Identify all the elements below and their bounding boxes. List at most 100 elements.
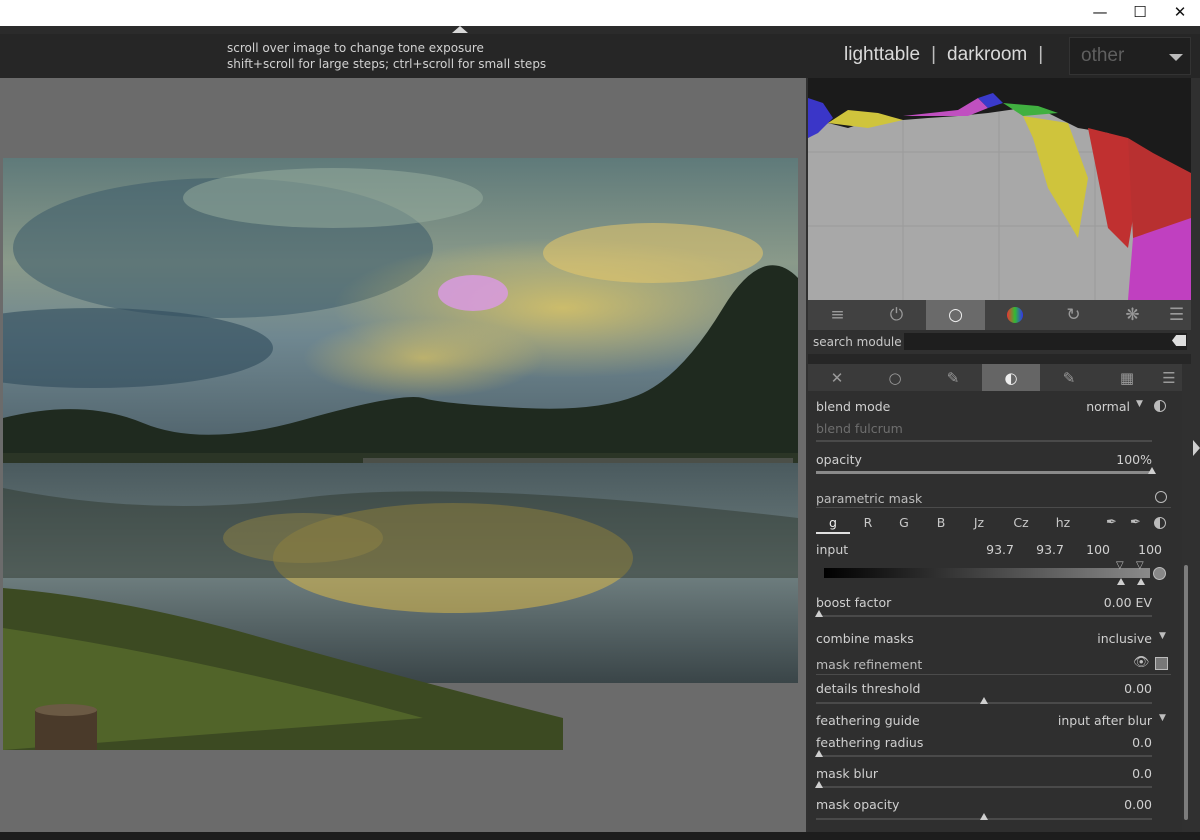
details-threshold-label: details threshold — [816, 681, 921, 696]
combine-masks-label: combine masks — [816, 631, 914, 646]
view-other-label: other — [1081, 45, 1125, 66]
blend-fulcrum-slider[interactable] — [816, 440, 1152, 442]
range-marker-top-low[interactable]: ▽ — [1116, 560, 1124, 571]
range-marker-low[interactable] — [1117, 578, 1125, 585]
sliders-icon[interactable]: ≡ — [808, 300, 867, 330]
tab-menu-icon[interactable]: ☰ — [1156, 364, 1182, 391]
channel-g[interactable]: g — [823, 515, 843, 530]
input-value-1: 93.7 — [986, 542, 1014, 557]
histogram[interactable] — [808, 78, 1191, 300]
mask-blur-slider[interactable] — [816, 786, 1152, 788]
view-separator: | — [931, 44, 936, 65]
channel-Cz[interactable]: Cz — [1011, 515, 1031, 530]
info-icon[interactable] — [1155, 491, 1167, 503]
mask-opacity-marker[interactable] — [980, 813, 988, 820]
hint-text: scroll over image to change tone exposur… — [227, 40, 546, 72]
chevron-down-icon — [1169, 54, 1183, 61]
opacity-slider-fill — [816, 471, 1152, 474]
input-label: input — [816, 542, 849, 557]
mask-opacity-label: mask opacity — [816, 797, 900, 812]
reset-range-icon[interactable] — [1153, 567, 1166, 580]
channel-R[interactable]: R — [858, 515, 878, 530]
blend-mode-value[interactable]: normal — [1060, 399, 1130, 414]
chevron-down-icon[interactable]: ▼ — [1159, 713, 1166, 723]
raster-mask-icon[interactable]: ▦ — [1098, 364, 1156, 391]
boost-factor-label: boost factor — [816, 595, 892, 610]
mask-blur-value: 0.0 — [1132, 766, 1152, 781]
input-value-2: 93.7 — [1036, 542, 1064, 557]
input-value-3: 100 — [1086, 542, 1110, 557]
feathering-guide-value[interactable]: input after blur — [1040, 713, 1152, 728]
search-module-input[interactable] — [904, 333, 1187, 350]
power-icon[interactable]: ⏻ — [867, 300, 926, 330]
maximize-icon[interactable]: ☐ — [1120, 0, 1160, 26]
boost-factor-marker[interactable] — [815, 610, 823, 617]
hint-line-1: scroll over image to change tone exposur… — [227, 41, 484, 55]
reverse-blend-icon[interactable] — [1154, 400, 1166, 412]
aperture-icon[interactable]: ❋ — [1103, 300, 1162, 330]
combine-masks-value[interactable]: inclusive — [1080, 631, 1152, 646]
window-titlebar — [0, 0, 1200, 26]
parametric-mask-label: parametric mask — [816, 491, 923, 506]
active-channel-underline — [816, 532, 850, 534]
mask-blur-marker[interactable] — [815, 781, 823, 788]
rotate-icon[interactable]: ↻ — [1044, 300, 1103, 330]
section-divider — [816, 507, 1171, 508]
view-switcher: lighttable | darkroom | — [844, 44, 1054, 66]
invert-mask-icon[interactable] — [1154, 517, 1166, 529]
color-wheel-icon[interactable] — [985, 300, 1044, 330]
collapse-right-panel-icon[interactable] — [1193, 440, 1200, 456]
feathering-guide-label: feathering guide — [816, 713, 920, 728]
mask-blur-label: mask blur — [816, 766, 879, 781]
view-other-dropdown[interactable]: other — [1069, 37, 1191, 75]
parametric-mask-icon[interactable]: ◐ — [982, 364, 1040, 391]
range-marker-top-high[interactable]: ▽ — [1136, 560, 1144, 571]
color-picker-area-icon[interactable]: ✒ — [1130, 515, 1141, 530]
mask-opacity-value: 0.00 — [1124, 797, 1152, 812]
bottom-toolbar — [0, 832, 1200, 840]
input-range-gradient[interactable] — [824, 568, 1150, 578]
collapse-top-panel-icon[interactable] — [452, 26, 468, 33]
module-groups-bar: ≡ ⏻ ○ ↻ ❋ ☰ — [808, 300, 1191, 330]
feathering-radius-slider[interactable] — [816, 755, 1152, 757]
range-marker-high[interactable] — [1137, 578, 1145, 585]
channel-hz[interactable]: hz — [1053, 515, 1073, 530]
circle-icon[interactable]: ○ — [926, 300, 985, 330]
display-mask-icon[interactable] — [1155, 657, 1168, 670]
drawn-mask-icon[interactable]: ✎ — [924, 364, 982, 391]
chevron-down-icon[interactable]: ▼ — [1159, 631, 1166, 641]
search-module-label: search module — [813, 335, 902, 349]
channel-B[interactable]: B — [931, 515, 951, 530]
boost-factor-value: 0.00 EV — [1103, 595, 1152, 610]
blend-off-icon[interactable]: ✕ — [808, 364, 866, 391]
drawn-parametric-icon[interactable]: ✎ — [1040, 364, 1098, 391]
boost-factor-slider[interactable] — [816, 615, 1152, 617]
view-separator: | — [1038, 44, 1044, 65]
hint-line-2: shift+scroll for large steps; ctrl+scrol… — [227, 57, 547, 71]
view-darkroom[interactable]: darkroom — [947, 44, 1027, 66]
blend-tabs: ✕ ○ ✎ ◐ ✎ ▦ ☰ — [808, 364, 1182, 391]
close-icon[interactable]: ✕ — [1160, 0, 1200, 26]
opacity-slider-marker[interactable] — [1148, 467, 1156, 474]
channel-Jz[interactable]: Jz — [969, 515, 989, 530]
feathering-radius-label: feathering radius — [816, 735, 924, 750]
color-picker-icon[interactable]: ✒ — [1106, 515, 1117, 530]
opacity-value: 100% — [1116, 452, 1152, 467]
feathering-radius-marker[interactable] — [815, 750, 823, 757]
details-threshold-marker[interactable] — [980, 697, 988, 704]
channel-G[interactable]: G — [894, 515, 914, 530]
feathering-radius-value: 0.0 — [1132, 735, 1152, 750]
panel-scrollbar[interactable] — [1184, 565, 1188, 820]
mask-refinement-label: mask refinement — [816, 657, 923, 672]
blend-mode-label: blend mode — [816, 399, 891, 414]
blend-fulcrum-label: blend fulcrum — [816, 421, 903, 436]
menu-icon[interactable]: ☰ — [1162, 300, 1191, 330]
eye-icon[interactable]: 👁 — [1133, 655, 1150, 670]
search-module-row: search module — [808, 330, 1191, 354]
view-lighttable[interactable]: lighttable — [844, 44, 920, 66]
chevron-down-icon[interactable]: ▼ — [1136, 399, 1143, 409]
photo-preview[interactable] — [3, 158, 798, 750]
uniform-icon[interactable]: ○ — [866, 364, 924, 391]
minimize-icon[interactable]: — — [1080, 0, 1120, 26]
input-value-4: 100 — [1138, 542, 1162, 557]
